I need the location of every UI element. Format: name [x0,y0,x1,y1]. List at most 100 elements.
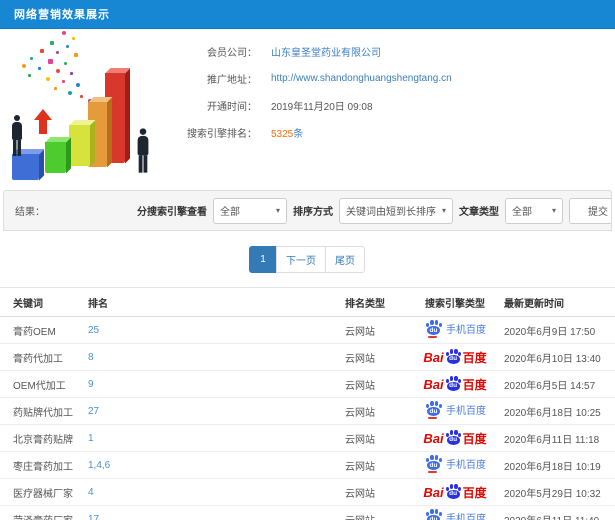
rank-link[interactable]: 27 [88,406,99,417]
engine-type-cell: Bai du 百度 [406,424,504,452]
rank-type-cell: 云网站 [345,316,406,344]
rank-type-cell: 云网站 [345,343,406,371]
info-row-ranking-count: 搜索引擎排名： 5325条 [185,119,615,146]
header-updated: 最新更新时间 [504,287,615,317]
engine-filter-select[interactable]: 全部 ▾ [213,197,287,224]
table-row: OEM代加工 9 云网站 Bai du 百度 2020年6月5日 14:57 [0,370,615,398]
keyword-cell: 膏药代加工 [0,343,88,371]
sort-filter-value: 关键词由短到长排序 [346,207,436,218]
mobile-baidu-icon: du 手机百度 [424,401,486,419]
confetti-dot [72,37,75,40]
baidu-logo-icon: Bai du 百度 [423,376,487,392]
chevron-down-icon: ▾ [275,206,280,215]
baidu-logo-icon: Bai du 百度 [423,484,487,500]
table-row: 膏药OEM 25 云网站 du 手机百度 2020年6月9日 17:50 [0,316,615,344]
next-page-button[interactable]: 下一页 [276,246,326,273]
confetti-dot [46,77,50,81]
confetti-dot [48,59,53,64]
confetti-dot [64,62,67,65]
open-time-value: 2019年11月20日 09:08 [271,102,373,113]
keyword-cell: 北京膏药贴牌 [0,424,88,452]
rank-type-cell: 云网站 [345,478,406,506]
sort-filter-label: 排序方式 [293,207,333,218]
bar-green [45,142,66,173]
company-label: 会员公司： [207,48,257,59]
confetti-dot [38,67,41,70]
page-title: 网络营销效果展示 [14,9,110,21]
keyword-cell: 药贴牌代加工 [0,397,88,425]
submit-button[interactable]: 提交 [569,197,611,224]
confetti-dot [62,80,65,83]
rank-type-cell: 云网站 [345,397,406,425]
confetti-dot [76,83,80,87]
sort-filter-select[interactable]: 关键词由短到长排序 ▾ [339,197,453,224]
updated-cell: 2020年5月29日 10:32 [504,478,615,506]
rank-link[interactable]: 8 [88,352,94,363]
confetti-dot [66,45,69,48]
up-arrow-icon [33,109,53,134]
info-row-company: 会员公司： 山东皇圣堂药业有限公司 [185,38,615,65]
company-info: 会员公司： 山东皇圣堂药业有限公司 推广地址： http://www.shand… [185,29,615,186]
rank-type-cell: 云网站 [345,370,406,398]
last-page-button[interactable]: 尾页 [325,246,365,273]
app-header: 网络营销效果展示 [0,0,615,29]
mobile-baidu-icon: du 手机百度 [424,455,486,473]
engine-filter-value: 全部 [220,207,240,218]
result-label: 结果： [15,207,45,218]
engine-type-cell: Bai du 百度 [406,478,504,506]
promo-url-link[interactable]: http://www.shandonghuangshengtang.cn [271,73,452,84]
keyword-cell: 医疗器械厂家 [0,478,88,506]
rank-link[interactable]: 4 [88,487,94,498]
chevron-down-icon: ▾ [442,206,447,215]
header-rank-type: 排名类型 [345,287,406,317]
filter-bar: 结果： 分搜索引擎查看 全部 ▾ 排序方式 关键词由短到长排序 ▾ 文章类型 全… [3,190,612,231]
page-1-button[interactable]: 1 [249,246,277,273]
filter-controls: 分搜索引擎查看 全部 ▾ 排序方式 关键词由短到长排序 ▾ 文章类型 全部 ▾ … [137,197,611,224]
updated-cell: 2020年6月18日 10:19 [504,451,615,479]
rank-link[interactable]: 17 [88,514,99,520]
mobile-baidu-icon: du 手机百度 [424,320,486,338]
updated-cell: 2020年6月11日 11:18 [504,424,615,452]
bar-yellow [69,125,90,166]
businessman-figure-left [12,115,22,156]
rank-type-cell: 云网站 [345,451,406,479]
confetti-dot [30,57,33,60]
confetti-dot [50,41,54,45]
pagination: 1 下一页 尾页 [0,246,615,273]
ranking-count-unit: 条 [293,129,304,140]
rank-link[interactable]: 25 [88,325,99,336]
confetti-dot [40,49,44,53]
article-type-select[interactable]: 全部 ▾ [505,197,563,224]
info-section: 会员公司： 山东皇圣堂药业有限公司 推广地址： http://www.shand… [0,29,615,186]
baidu-logo-icon: Bai du 百度 [423,430,487,446]
table-row: 膏药代加工 8 云网站 Bai du 百度 2020年6月10日 13:40 [0,343,615,371]
rank-link[interactable]: 1,4,6 [88,460,110,471]
table-row: 药贴牌代加工 27 云网站 du 手机百度 2020年6月18日 10:25 [0,397,615,425]
open-time-label: 开通时间： [207,102,257,113]
engine-type-cell: du 手机百度 [406,397,504,425]
engine-type-cell: du 手机百度 [406,451,504,479]
table-row: 菏泽膏药厂家17 云网站 du手机百度 2020年6月11日 11:40 [0,505,615,520]
company-name-link[interactable]: 山东皇圣堂药业有限公司 [271,44,381,59]
rank-link[interactable]: 1 [88,433,94,444]
confetti-dot [70,72,73,75]
ranking-count-value: 5325条 [271,125,303,140]
businessman-figure-right [137,128,149,173]
confetti-dot [62,31,66,35]
confetti-dot [74,53,78,57]
engine-type-cell: du 手机百度 [406,505,504,520]
bar-blue [12,154,39,180]
promo-url-label: 推广地址： [207,75,257,86]
updated-cell: 2020年6月9日 17:50 [504,316,615,344]
mobile-baidu-icon: du 手机百度 [424,509,486,520]
confetti-dot [22,64,26,68]
growth-chart-illustration [0,29,185,186]
table-header-row: 关键词 排名 排名类型 搜索引擎类型 最新更新时间 [0,287,615,317]
header-rank: 排名 [88,287,345,317]
header-keyword: 关键词 [0,287,88,317]
rank-link[interactable]: 9 [88,379,94,390]
rank-type-cell: 云网站 [345,424,406,452]
confetti-dot [54,87,57,90]
table-row: 北京膏药贴牌 1 云网站 Bai du 百度 2020年6月11日 11:18 [0,424,615,452]
keyword-cell: 膏药OEM [0,316,88,344]
